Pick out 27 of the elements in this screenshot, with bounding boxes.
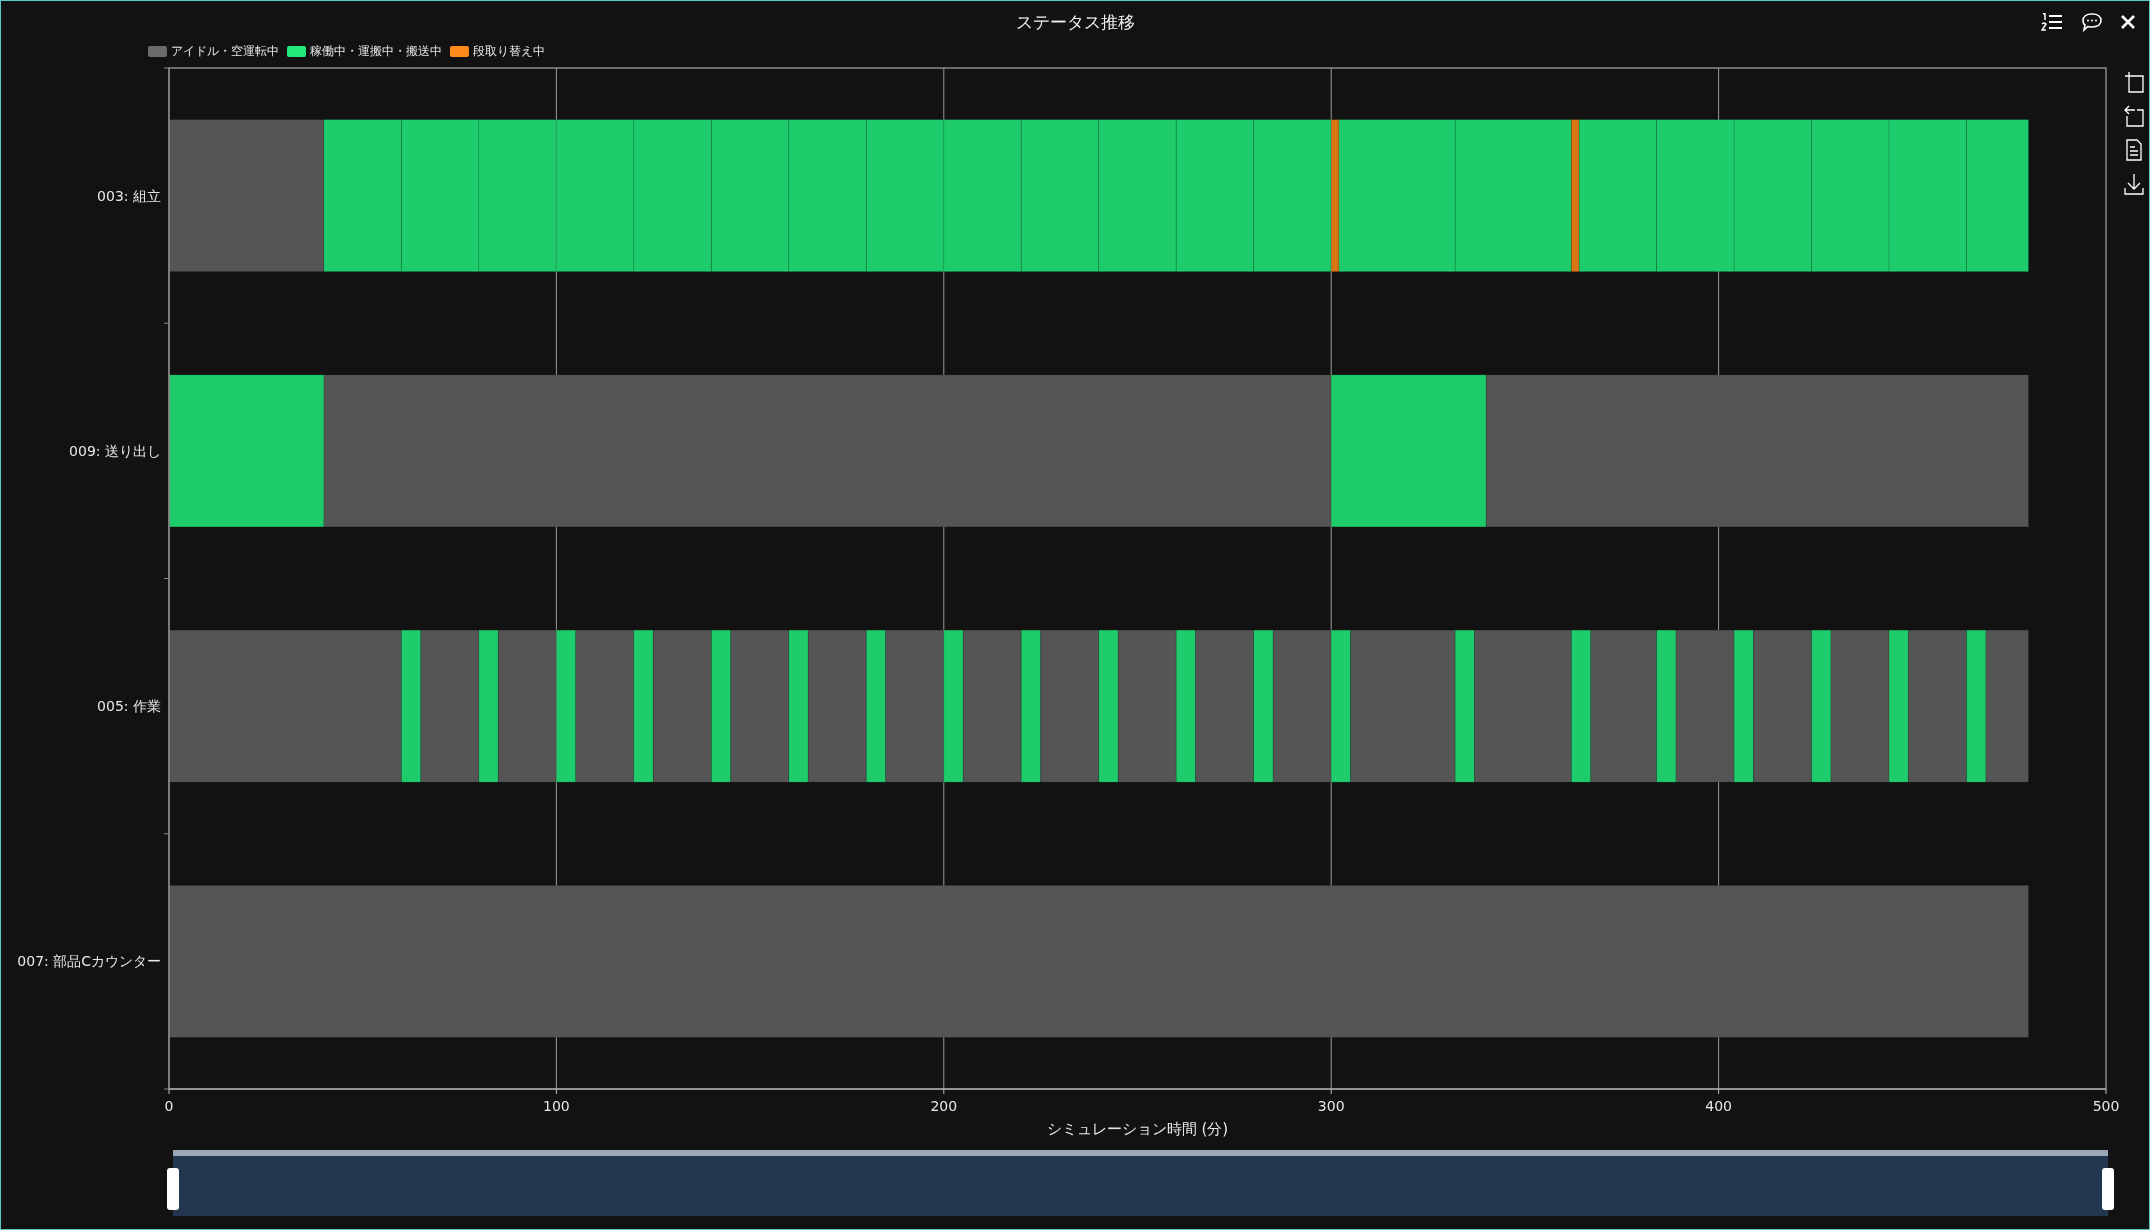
square-plus-icon[interactable] [2123,71,2145,93]
slider-handle[interactable] [167,1168,179,1210]
legend-swatch[interactable] [148,45,167,57]
legend-swatch[interactable] [450,45,469,57]
row-label: 009: 送り出し [69,442,161,459]
legend-label[interactable]: 稼働中・運搬中・搬送中 [310,42,442,60]
tick-label: 300 [1317,1098,1345,1114]
comment-icon[interactable] [2081,12,2103,32]
row-label: 007: 部品Cカウンター [17,953,161,970]
close-icon[interactable] [2121,15,2135,29]
tick-label: 200 [930,1098,958,1114]
tick-label: 0 [164,1098,174,1114]
legend-label[interactable]: アイドル・空運転中 [171,42,279,60]
tick-label: 100 [543,1098,570,1114]
tick-label: 400 [1705,1098,1732,1114]
row-label: 005: 作業 [97,698,161,715]
row-label: 003: 組立 [97,187,161,204]
back-arrow-icon[interactable] [2123,105,2145,127]
legend-label[interactable]: 段取り替え中 [473,42,545,60]
numbered-list-icon[interactable] [2041,13,2063,31]
legend-swatch[interactable] [287,45,306,57]
slider-handle[interactable] [2102,1168,2114,1210]
window-title: ステータス推移 [1015,10,1135,34]
download-icon[interactable] [2123,173,2145,195]
tick-label: 500 [2092,1098,2120,1114]
document-icon[interactable] [2123,139,2145,161]
axis-title: シミュレーション時間 (分) [1046,1120,1229,1138]
